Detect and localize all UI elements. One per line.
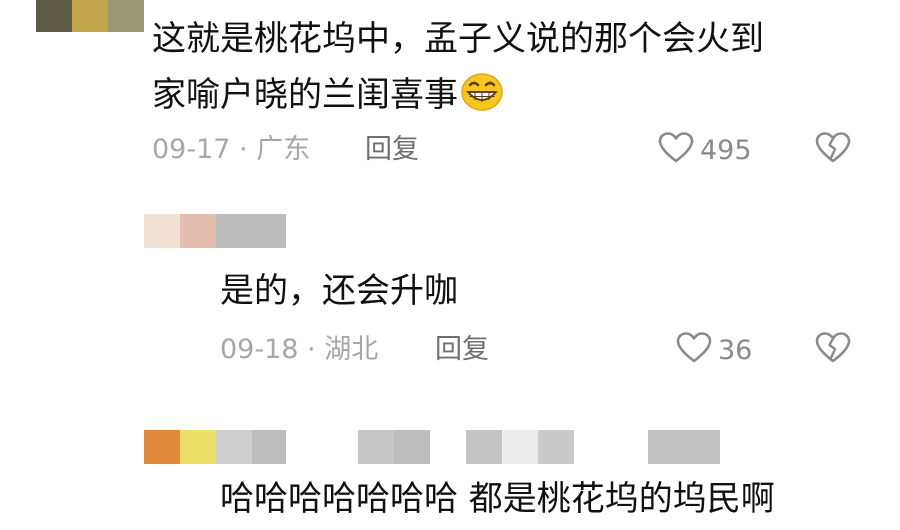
reply-button[interactable]: 回复	[365, 136, 419, 163]
broken-heart-icon	[815, 132, 851, 168]
comment-text-continued: 家喻户晓的兰闺喜事	[152, 72, 504, 118]
comment-text: 哈哈哈哈哈哈哈 都是桃花坞的坞民啊	[220, 479, 775, 519]
username-pixelated[interactable]	[36, 0, 144, 32]
comment-line-1: 这就是桃花坞中，孟子义说的那个会火到	[152, 19, 764, 59]
heart-outline-icon	[676, 332, 718, 369]
like-count: 495	[700, 135, 752, 166]
comment-text: 这就是桃花坞中，孟子义说的那个会火到	[152, 22, 764, 56]
comment-date: 09-18	[220, 334, 299, 365]
like-count: 36	[718, 335, 753, 366]
dislike-button[interactable]	[815, 132, 851, 168]
broken-heart-icon	[815, 332, 851, 368]
like-button[interactable]: 36	[676, 332, 752, 369]
dislike-button[interactable]	[815, 332, 851, 368]
grinning-face-emoji-icon	[460, 72, 504, 118]
username-pixelated[interactable]	[144, 428, 724, 464]
comment-date: 09-17	[152, 134, 231, 165]
meta-separator: ·	[298, 334, 325, 365]
like-button[interactable]: 495	[658, 132, 752, 169]
comment-line-2: 家喻户晓的兰闺喜事	[152, 75, 458, 115]
comment-text: 是的，还会升咖	[220, 271, 458, 311]
comment-meta: 09-17 · 广东	[152, 136, 310, 163]
comment-meta: 09-18 · 湖北	[220, 336, 378, 363]
comment-location: 湖北	[324, 334, 379, 365]
meta-separator: ·	[230, 134, 257, 165]
username-pixelated[interactable]	[144, 214, 286, 248]
heart-outline-icon	[658, 132, 700, 169]
comment-location: 广东	[256, 134, 311, 165]
reply-button[interactable]: 回复	[435, 336, 489, 363]
